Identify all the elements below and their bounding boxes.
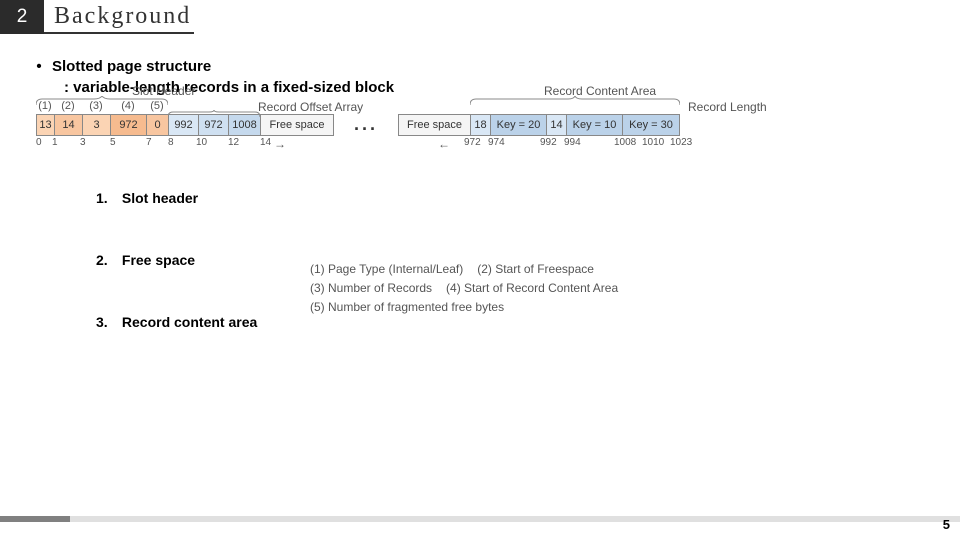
- byte-cell: 3: [83, 115, 111, 135]
- page-number: 5: [943, 517, 950, 532]
- list-text: Free space: [122, 252, 195, 268]
- right-byte-row: Free space18Key = 2014Key = 10Key = 30: [398, 114, 680, 136]
- diagram-right: Record Content Area Record Length Free s…: [398, 114, 680, 150]
- col-4: (4): [110, 100, 146, 112]
- byte-cell: 14: [55, 115, 83, 135]
- tick: 5: [110, 137, 116, 148]
- title-bar: 2 Background: [0, 0, 960, 34]
- legend-2: (2) Start of Freespace: [477, 260, 594, 279]
- col-5: (5): [146, 100, 168, 112]
- footer: 5: [0, 516, 960, 540]
- legend-3: (3) Number of Records: [310, 279, 432, 298]
- byte-cell: Free space: [261, 115, 333, 135]
- byte-cell: 1008: [229, 115, 261, 135]
- header-col-labels: (1) (2) (3) (4) (5): [36, 100, 168, 112]
- list-item-1: 1. Slot header: [96, 190, 924, 206]
- list-text: Record content area: [122, 314, 257, 330]
- tick: 10: [196, 137, 207, 148]
- byte-cell: 14: [547, 115, 567, 135]
- tick: 3: [80, 137, 86, 148]
- left-ticks: → 013578101214: [36, 136, 334, 150]
- tick: 974: [488, 137, 505, 148]
- bullet-text: Slotted page structure: [52, 58, 211, 75]
- ellipsis: ···: [354, 119, 378, 146]
- legend-4: (4) Start of Record Content Area: [446, 279, 618, 298]
- tick: 12: [228, 137, 239, 148]
- bullet-dot: •: [36, 58, 42, 75]
- tick: 8: [168, 137, 174, 148]
- list-num: 3.: [96, 314, 118, 330]
- tick: 1: [52, 137, 58, 148]
- byte-cell: Key = 20: [491, 115, 547, 135]
- slide-body: • Slotted page structure : variable-leng…: [0, 34, 960, 330]
- section-number: 2: [0, 0, 44, 34]
- tick: 994: [564, 137, 581, 148]
- byte-cell: 18: [471, 115, 491, 135]
- tick: 1010: [642, 137, 664, 148]
- list-num: 1.: [96, 190, 118, 206]
- right-ticks: ← 972974992994100810101023: [398, 136, 680, 150]
- col-2: (2): [54, 100, 82, 112]
- label-record-length: Record Length: [688, 100, 767, 114]
- byte-cell: 0: [147, 115, 169, 135]
- bullet-main: • Slotted page structure: [36, 58, 924, 75]
- byte-cell: Key = 30: [623, 115, 679, 135]
- slot-header-legend: (1) Page Type (Internal/Leaf) (2) Start …: [310, 260, 618, 318]
- byte-cell: 992: [169, 115, 199, 135]
- col-3: (3): [82, 100, 110, 112]
- legend-5: (5) Number of fragmented free bytes: [310, 298, 504, 317]
- byte-cell: Key = 10: [567, 115, 623, 135]
- diagram-left: Slot Header Record Offset Array (1) (2) …: [36, 114, 334, 150]
- tick: 0: [36, 137, 42, 148]
- list-num: 2.: [96, 252, 118, 268]
- tick: 7: [146, 137, 152, 148]
- list-text: Slot header: [122, 190, 198, 206]
- byte-cell: 972: [199, 115, 229, 135]
- byte-cell: Free space: [399, 115, 471, 135]
- tick: 1008: [614, 137, 636, 148]
- byte-cell: 972: [111, 115, 147, 135]
- byte-cell: 13: [37, 115, 55, 135]
- legend-1: (1) Page Type (Internal/Leaf): [310, 260, 463, 279]
- diagram: Slot Header Record Offset Array (1) (2) …: [36, 114, 924, 150]
- section-title: Background: [44, 0, 194, 34]
- tick: 992: [540, 137, 557, 148]
- tick: 14: [260, 137, 271, 148]
- col-1: (1): [36, 100, 54, 112]
- tick: 972: [464, 137, 481, 148]
- label-record-offset-array: Record Offset Array: [258, 100, 363, 114]
- tick: 1023: [670, 137, 692, 148]
